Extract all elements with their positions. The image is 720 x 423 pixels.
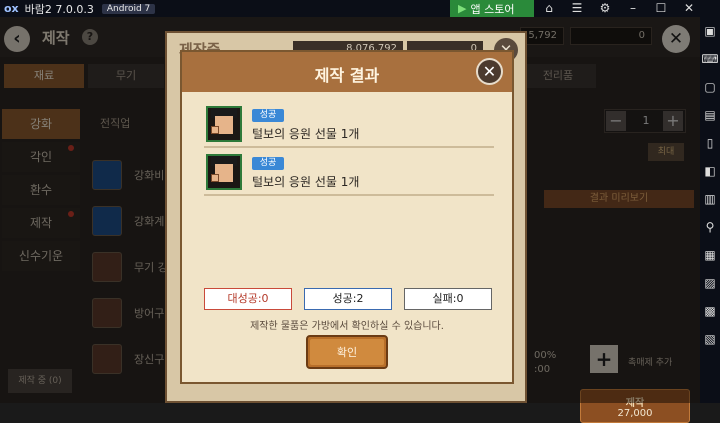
result-row: 성공 털보의 응원 선물 1개 — [204, 104, 494, 148]
toolbar-icon[interactable]: ▩ — [700, 297, 720, 325]
close-window-icon[interactable]: ✕ — [678, 0, 700, 17]
character-portrait — [206, 106, 242, 142]
toolbar-icon[interactable]: ▤ — [700, 101, 720, 129]
toolbar-icon[interactable]: ◧ — [700, 157, 720, 185]
gear-icon[interactable]: ⚙ — [594, 0, 616, 17]
result-item-text: 털보의 응원 선물 1개 — [252, 175, 360, 189]
craft-cost: 27,000 — [617, 408, 653, 419]
home-icon[interactable]: ⌂ — [538, 0, 560, 17]
success-count: 성공:2 — [304, 288, 392, 310]
success-badge: 성공 — [252, 109, 284, 122]
toolbar-icon[interactable]: ▣ — [700, 17, 720, 45]
menu-icon[interactable]: ☰ — [566, 0, 588, 17]
toolbar-icon[interactable]: ▥ — [700, 185, 720, 213]
modal-title: 제작 결과 — [314, 66, 380, 85]
toolbar-icon[interactable]: ▢ — [700, 73, 720, 101]
close-button[interactable]: ✕ — [476, 58, 503, 85]
emulator-title: 바람2 7.0.0.3 — [24, 2, 94, 16]
portrait-hand — [211, 174, 219, 182]
great-success-count: 대성공:0 — [204, 288, 292, 310]
minimize-icon[interactable]: – — [622, 0, 644, 17]
android-version-badge: Android 7 — [101, 3, 156, 14]
fail-count: 실패:0 — [404, 288, 492, 310]
toolbar-icon[interactable]: ▯ — [700, 129, 720, 157]
toolbar-icon[interactable]: ▧ — [700, 325, 720, 353]
app-store-label: 앱 스토어 — [470, 2, 515, 16]
bag-notice: 제작한 물품은 가방에서 확인하실 수 있습니다. — [250, 321, 444, 332]
character-portrait — [206, 154, 242, 190]
location-icon[interactable]: ⚲ — [700, 213, 720, 241]
play-store-icon: ▶ — [458, 2, 467, 15]
craft-result-modal: 제작 결과 ✕ 성공 털보의 응원 선물 1개 성공 털보의 응원 선물 1개 … — [180, 50, 514, 384]
portrait-hand — [211, 126, 219, 134]
toolbar-icon[interactable]: ▦ — [700, 241, 720, 269]
confirm-button-label: 확인 — [337, 346, 357, 359]
emulator-title-bar: ox 바람2 7.0.0.3 Android 7 ▶ 앱 스토어 ⌂ ☰ ⚙ –… — [0, 0, 720, 17]
result-item-text: 털보의 응원 선물 1개 — [252, 127, 360, 141]
confirm-button[interactable]: 확인 — [306, 335, 388, 369]
result-row: 성공 털보의 응원 선물 1개 — [204, 152, 494, 196]
keyboard-icon[interactable]: ⌨ — [700, 45, 720, 73]
success-badge: 성공 — [252, 157, 284, 170]
app-store-button[interactable]: ▶ 앱 스토어 — [450, 0, 534, 17]
maximize-icon[interactable]: ☐ — [650, 0, 672, 17]
emulator-logo: ox — [4, 2, 19, 15]
modal-header: 제작 결과 ✕ — [182, 52, 512, 92]
emulator-side-toolbar: ▣ ⌨ ▢ ▤ ▯ ◧ ▥ ⚲ ▦ ▨ ▩ ▧ — [700, 17, 720, 403]
toolbar-icon[interactable]: ▨ — [700, 269, 720, 297]
